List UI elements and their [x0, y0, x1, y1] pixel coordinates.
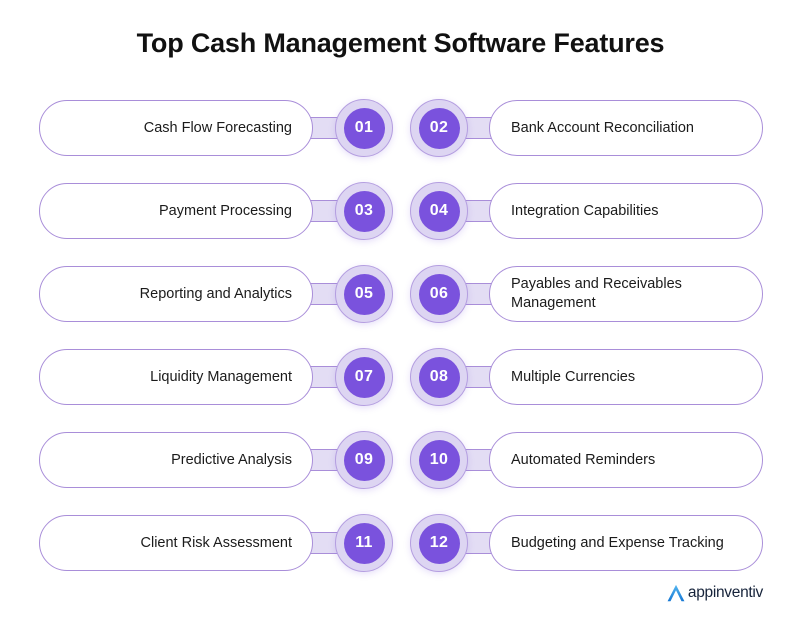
feature-label: Payables and Receivables Management: [511, 276, 682, 311]
badge-number: 02: [429, 119, 449, 136]
feature-pill-04[interactable]: Integration Capabilities: [489, 183, 763, 239]
badge-inner-circle: 11: [343, 522, 385, 564]
badge-number: 03: [354, 202, 374, 219]
feature-number-badge-01: 01: [335, 99, 393, 157]
feature-label: Multiple Currencies: [511, 368, 636, 385]
feature-label: Integration Capabilities: [511, 202, 659, 219]
appinventiv-logo: appinventiv: [665, 582, 763, 604]
feature-number-badge-03: 03: [335, 182, 393, 240]
feature-pill-01[interactable]: Cash Flow Forecasting: [39, 100, 313, 156]
feature-label: Budgeting and Expense Tracking: [511, 534, 724, 551]
feature-row: Predictive Analysis Automated Reminders 09…: [0, 431, 801, 515]
badge-number: 04: [429, 202, 449, 219]
appinventiv-a-chevron-icon: [665, 582, 687, 604]
page-title: Top Cash Management Software Features: [136, 28, 665, 58]
badge-inner-circle: 10: [418, 439, 460, 481]
feature-number-badge-09: 09: [335, 431, 393, 489]
badge-number: 08: [429, 368, 449, 385]
feature-label: Automated Reminders: [511, 451, 656, 468]
feature-label: Reporting and Analytics: [139, 285, 292, 302]
feature-row: Reporting and Analytics Payables and Rece…: [0, 265, 801, 349]
badge-inner-circle: 12: [418, 522, 460, 564]
badge-inner-circle: 03: [343, 190, 385, 232]
feature-pill-10[interactable]: Automated Reminders: [489, 432, 763, 488]
feature-number-badge-04: 04: [410, 182, 468, 240]
feature-number-badge-11: 11: [335, 514, 393, 572]
feature-number-badge-06: 06: [410, 265, 468, 323]
feature-label: Liquidity Management: [150, 368, 292, 385]
feature-row: Cash Flow Forecasting Bank Account Reconc…: [0, 99, 801, 183]
appinventiv-wordmark: appinventiv: [687, 584, 763, 602]
feature-number-badge-02: 02: [410, 99, 468, 157]
feature-pill-08[interactable]: Multiple Currencies: [489, 349, 763, 405]
badge-number: 05: [354, 285, 374, 302]
feature-pill-03[interactable]: Payment Processing: [39, 183, 313, 239]
feature-label: Cash Flow Forecasting: [143, 119, 292, 136]
feature-label: Client Risk Assessment: [140, 534, 293, 551]
badge-inner-circle: 09: [343, 439, 385, 481]
feature-pill-11[interactable]: Client Risk Assessment: [39, 515, 313, 571]
badge-number: 07: [354, 368, 374, 385]
badge-inner-circle: 08: [418, 356, 460, 398]
feature-pill-09[interactable]: Predictive Analysis: [39, 432, 313, 488]
badge-inner-circle: 06: [418, 273, 460, 315]
badge-number: 06: [429, 285, 449, 302]
feature-pill-05[interactable]: Reporting and Analytics: [39, 266, 313, 322]
feature-label: Payment Processing: [159, 202, 292, 219]
feature-label: Predictive Analysis: [171, 451, 292, 468]
feature-row: Payment Processing Integration Capabiliti…: [0, 182, 801, 266]
badge-number: 01: [354, 119, 374, 136]
badge-inner-circle: 05: [343, 273, 385, 315]
feature-number-badge-07: 07: [335, 348, 393, 406]
feature-number-badge-10: 10: [410, 431, 468, 489]
feature-pill-02[interactable]: Bank Account Reconciliation: [489, 100, 763, 156]
feature-number-badge-08: 08: [410, 348, 468, 406]
badge-number: 10: [429, 451, 449, 468]
badge-inner-circle: 07: [343, 356, 385, 398]
badge-inner-circle: 01: [343, 107, 385, 149]
badge-number: 12: [429, 534, 449, 551]
feature-pill-12[interactable]: Budgeting and Expense Tracking: [489, 515, 763, 571]
badge-number: 09: [354, 451, 374, 468]
feature-number-badge-05: 05: [335, 265, 393, 323]
badge-inner-circle: 04: [418, 190, 460, 232]
feature-label: Bank Account Reconciliation: [511, 119, 694, 136]
feature-pill-07[interactable]: Liquidity Management: [39, 349, 313, 405]
feature-list: Cash Flow Forecasting Bank Account Reconc…: [0, 99, 801, 598]
feature-pill-06[interactable]: Payables and Receivables Management: [489, 266, 763, 322]
badge-number: 11: [355, 534, 373, 551]
feature-number-badge-12: 12: [410, 514, 468, 572]
infographic-canvas: Top Cash Management Software Features Ca…: [0, 0, 801, 622]
badge-inner-circle: 02: [418, 107, 460, 149]
feature-row: Liquidity Management Multiple Currencies 0…: [0, 348, 801, 432]
